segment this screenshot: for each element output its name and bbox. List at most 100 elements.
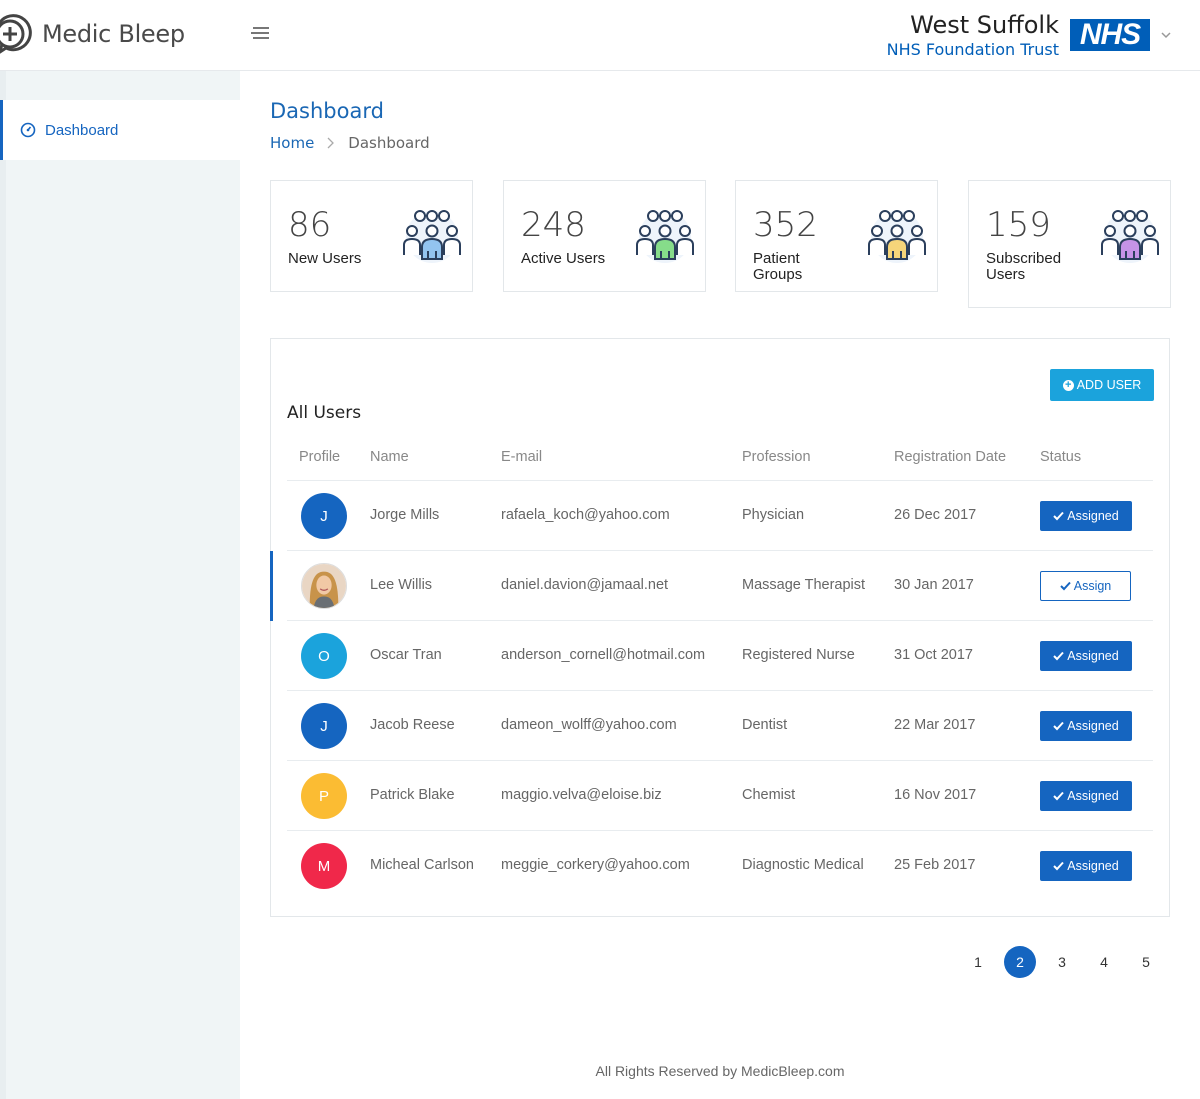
- assigned-button[interactable]: Assigned: [1040, 711, 1132, 741]
- stat-label: Patient Groups: [753, 250, 803, 283]
- status-label: Assigned: [1067, 649, 1119, 663]
- avatar-photo: [302, 564, 346, 608]
- assign-button[interactable]: Assign: [1040, 571, 1131, 601]
- user-email: meggie_corkery@yahoo.com: [501, 857, 690, 873]
- user-email: maggio.velva@eloise.biz: [501, 787, 662, 803]
- registration-date: 30 Jan 2017: [894, 577, 974, 593]
- user-name: Lee Willis: [370, 577, 433, 593]
- trust-subtitle: NHS Foundation Trust: [886, 40, 1059, 59]
- users-group-icon: [636, 210, 694, 263]
- menu-toggle-icon[interactable]: [251, 27, 271, 43]
- users-group-icon: [868, 210, 926, 263]
- column-header-profile: Profile: [299, 449, 341, 465]
- assigned-button[interactable]: Assigned: [1040, 501, 1132, 531]
- top-header: Medic Bleep West Suffolk NHS Foundation …: [0, 0, 1200, 71]
- users-group-icon: [403, 210, 461, 263]
- nhs-logo: NHS: [1070, 19, 1150, 51]
- sidebar-item-label: Dashboard: [45, 121, 119, 139]
- user-email: anderson_cornell@hotmail.com: [501, 647, 706, 663]
- user-profession: Diagnostic Medical: [742, 857, 864, 873]
- pagination: 12345: [962, 946, 1172, 978]
- check-icon: [1053, 791, 1065, 801]
- user-name: Jacob Reese: [370, 717, 455, 733]
- user-profession: Registered Nurse: [742, 647, 855, 663]
- assigned-button[interactable]: Assigned: [1040, 851, 1132, 881]
- table-row[interactable]: J Jorge Mills rafaela_koch@yahoo.com Physic…: [287, 481, 1153, 551]
- check-icon: [1053, 651, 1065, 661]
- all-users-panel: + ADD USER All Users Profile Name E-mail…: [270, 338, 1170, 917]
- status-label: Assign: [1073, 579, 1112, 593]
- assigned-button[interactable]: Assigned: [1040, 781, 1132, 811]
- check-icon: [1053, 511, 1065, 521]
- sidebar: Dashboard: [0, 71, 246, 1099]
- user-name: Jorge Mills: [370, 507, 440, 523]
- stat-value: 86: [288, 205, 332, 245]
- user-email: daniel.davion@jamaal.net: [501, 577, 669, 593]
- add-user-label: ADD USER: [1076, 378, 1142, 392]
- avatar: P: [301, 773, 347, 819]
- app-name: Medic Bleep: [42, 20, 185, 48]
- table-row[interactable]: P Patrick Blake maggio.velva@eloise.biz Che…: [287, 761, 1153, 831]
- table-header: Profile Name E-mail Profession Registrat…: [287, 447, 1153, 481]
- stat-card-active-users: 248 Active Users: [503, 180, 706, 292]
- page-number-button[interactable]: 1: [962, 946, 994, 978]
- sidebar-item-dashboard[interactable]: Dashboard: [0, 100, 246, 160]
- user-name: Micheal Carlson: [370, 857, 474, 873]
- stat-card-new-users: 86 New Users: [270, 180, 473, 292]
- registration-date: 22 Mar 2017: [894, 717, 976, 733]
- user-name: Patrick Blake: [370, 787, 455, 803]
- chevron-down-icon[interactable]: [1159, 28, 1173, 42]
- dashboard-icon: [20, 122, 36, 138]
- user-name: Oscar Tran: [370, 647, 442, 663]
- check-icon: [1053, 721, 1065, 731]
- stat-label: Subscribed Users: [986, 250, 1062, 283]
- column-header-name: Name: [370, 449, 409, 465]
- registration-date: 31 Oct 2017: [894, 647, 973, 663]
- stat-value: 352: [753, 205, 818, 245]
- column-header-registration-date: Registration Date: [894, 449, 1007, 465]
- chevron-right-icon: [327, 137, 335, 149]
- avatar: [301, 563, 347, 609]
- registration-date: 26 Dec 2017: [894, 507, 977, 523]
- stat-card-patient-groups: 352 Patient Groups: [735, 180, 938, 292]
- user-profession: Chemist: [742, 787, 796, 803]
- table-row[interactable]: J Jacob Reese dameon_wolff@yahoo.com Dentis…: [287, 691, 1153, 761]
- stat-value: 159: [986, 205, 1051, 245]
- stat-card-subscribed-users: 159 Subscribed Users: [968, 180, 1171, 308]
- trust-name: West Suffolk: [910, 11, 1059, 39]
- status-label: Assigned: [1067, 789, 1119, 803]
- page-number-button[interactable]: 2: [1004, 946, 1036, 978]
- user-profession: Dentist: [742, 717, 788, 733]
- status-label: Assigned: [1067, 509, 1119, 523]
- avatar: M: [301, 843, 347, 889]
- footer-copyright: All Rights Reserved by MedicBleep.com: [595, 1063, 845, 1079]
- trust-name-block: West Suffolk NHS Foundation Trust: [887, 10, 1059, 60]
- column-header-profession: Profession: [742, 449, 811, 465]
- status-label: Assigned: [1067, 859, 1119, 873]
- stat-value: 248: [521, 205, 586, 245]
- check-icon: [1060, 581, 1071, 591]
- page-number-button[interactable]: 3: [1046, 946, 1078, 978]
- column-header-email: E-mail: [501, 449, 543, 465]
- avatar: J: [301, 703, 347, 749]
- assigned-button[interactable]: Assigned: [1040, 641, 1132, 671]
- app-logo[interactable]: Medic Bleep: [0, 14, 185, 54]
- users-group-icon: [1101, 210, 1159, 263]
- user-email: dameon_wolff@yahoo.com: [501, 717, 677, 733]
- breadcrumb-current: Dashboard: [348, 134, 430, 152]
- table-row[interactable]: O Oscar Tran anderson_cornell@hotmail.com R…: [287, 621, 1153, 691]
- panel-title: All Users: [287, 403, 362, 423]
- plus-circle-icon: +: [1062, 379, 1074, 391]
- registration-date: 25 Feb 2017: [894, 857, 976, 873]
- stat-label: Active Users: [521, 250, 606, 267]
- user-profession: Massage Therapist: [742, 577, 866, 593]
- page-number-button[interactable]: 5: [1130, 946, 1162, 978]
- user-profession: Physician: [742, 507, 805, 523]
- avatar: J: [301, 493, 347, 539]
- page-number-button[interactable]: 4: [1088, 946, 1120, 978]
- add-user-button[interactable]: + ADD USER: [1050, 369, 1154, 401]
- table-row[interactable]: M Micheal Carlson meggie_corkery@yahoo.com…: [287, 831, 1153, 901]
- breadcrumb-home-link[interactable]: Home: [270, 134, 314, 152]
- medic-bleep-logo-icon: [0, 14, 32, 54]
- table-row[interactable]: Lee Willis daniel.davion@jamaal.net Massag…: [270, 551, 1153, 621]
